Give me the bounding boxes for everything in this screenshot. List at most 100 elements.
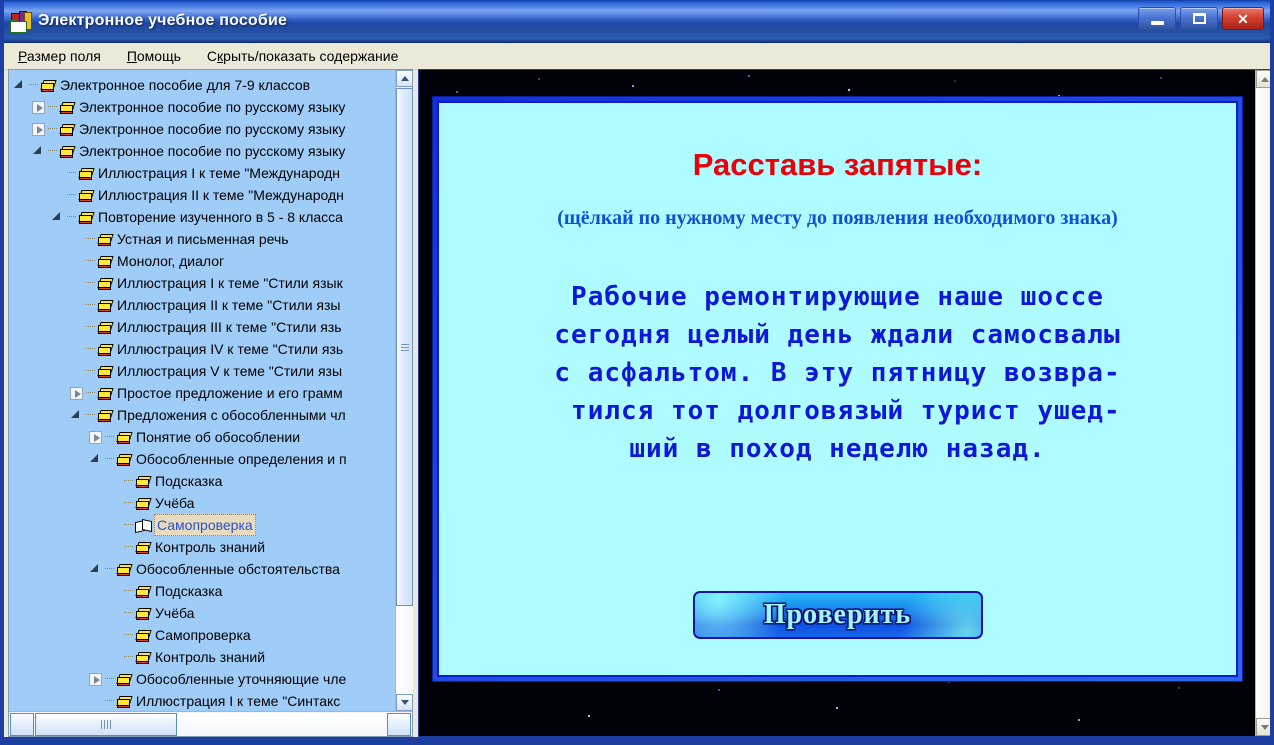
close-icon: ✕ xyxy=(1237,10,1249,27)
book-icon xyxy=(40,79,57,92)
tree-collapse-toggle-icon[interactable] xyxy=(32,145,45,158)
book-icon xyxy=(59,101,76,114)
tree-item[interactable]: Электронное пособие по русскому языку xyxy=(13,118,395,140)
tree-item[interactable]: Простое предложение и его грамм xyxy=(13,382,395,404)
tree-hscroll-track[interactable] xyxy=(177,712,386,736)
tree-item[interactable]: Обособленные уточняющие чле xyxy=(13,668,395,690)
tree-connector-line xyxy=(67,172,76,174)
maximize-button[interactable] xyxy=(1180,7,1218,30)
tree-item[interactable]: Иллюстрация IV к теме "Стили язь xyxy=(13,338,395,360)
tree-item[interactable]: Понятие об обособлении xyxy=(13,426,395,448)
tree-item[interactable]: Иллюстрация I к теме "Стили язык xyxy=(13,272,395,294)
exercise-line[interactable]: тился тот долговязый турист ушед- xyxy=(554,392,1120,430)
check-button[interactable]: Проверить xyxy=(692,591,983,639)
tree-connector-line xyxy=(105,436,114,438)
tree-expand-toggle-icon[interactable] xyxy=(89,672,102,686)
tree-scroll-down-button[interactable] xyxy=(396,694,413,711)
tree-item[interactable]: Самопроверка xyxy=(13,514,395,536)
tree-item-label: Повторение изученного в 5 - 8 класса xyxy=(98,209,343,225)
tree-vertical-scrollbar[interactable] xyxy=(395,70,413,711)
book-icon xyxy=(78,167,95,180)
content-scroll-up-button[interactable] xyxy=(1256,70,1270,88)
menu-item-help[interactable]: Помощь xyxy=(125,46,183,66)
tree-item[interactable]: Иллюстрация I к теме "Международн xyxy=(13,162,395,184)
tree-item[interactable]: Иллюстрация III к теме "Стили язь xyxy=(13,316,395,338)
tree-connector-line xyxy=(48,150,57,152)
book-icon xyxy=(116,453,133,466)
tree-item[interactable]: Электронное пособие для 7-9 классов xyxy=(13,74,395,96)
body-area: Электронное пособие для 7-9 классов Элект… xyxy=(8,69,1270,741)
tree-item[interactable]: Монолог, диалог xyxy=(13,250,395,272)
grip-icon xyxy=(101,719,111,729)
tree-item-label: Учёба xyxy=(155,495,195,511)
window-title: Электронное учебное пособие xyxy=(38,12,288,29)
tree-item[interactable]: Электронное пособие по русскому языку xyxy=(13,140,395,162)
menu-item-toggle-contents[interactable]: Скрыть/показать содержание xyxy=(205,46,400,66)
tree-collapse-toggle-icon[interactable] xyxy=(51,211,64,224)
application-window: Электронное учебное пособие ✕ Размер пол… xyxy=(0,0,1274,745)
tree-item[interactable]: Повторение изученного в 5 - 8 класса xyxy=(13,206,395,228)
tree-scroll-track[interactable] xyxy=(396,606,413,694)
exercise-line[interactable]: сегодня целый день ждали самосвалы xyxy=(554,316,1120,354)
tree-item[interactable]: Контроль знаний xyxy=(13,646,395,668)
tree-item[interactable]: Иллюстрация I к теме "Синтакс xyxy=(13,690,395,711)
tree-hscroll-thumb[interactable] xyxy=(35,712,177,736)
tree-item-label: Контроль знаний xyxy=(155,649,266,665)
exercise-text[interactable]: Рабочие ремонтирующие наше шоссе сегодня … xyxy=(554,278,1120,468)
close-button[interactable]: ✕ xyxy=(1222,7,1264,30)
tree-item[interactable]: Контроль знаний xyxy=(13,536,395,558)
tree-expand-toggle-icon[interactable] xyxy=(32,122,45,136)
tree-expand-toggle-icon[interactable] xyxy=(32,100,45,114)
tree-expand-toggle-icon[interactable] xyxy=(70,386,83,400)
book-icon xyxy=(97,233,114,246)
menu-item-field-size[interactable]: Размер поля xyxy=(16,46,103,66)
book-icon xyxy=(135,629,152,642)
tree-collapse-toggle-icon[interactable] xyxy=(89,563,102,576)
tree-item[interactable]: Обособленные обстоятельства xyxy=(13,558,395,580)
book-icon xyxy=(116,673,133,686)
tree-item-label: Обособленные уточняющие чле xyxy=(136,671,347,687)
tree-item[interactable]: Обособленные определения и п xyxy=(13,448,395,470)
tree-scroll-right-button[interactable] xyxy=(387,712,411,736)
tree-item-label: Иллюстрация II к теме "Международн xyxy=(98,187,344,203)
maximize-icon xyxy=(1192,13,1206,24)
tree-connector-line xyxy=(48,106,57,108)
tree-item-label: Учёба xyxy=(155,605,195,621)
tree-item[interactable]: Самопроверка xyxy=(13,624,395,646)
content-scroll-down-button[interactable] xyxy=(1256,718,1270,736)
tree-collapse-toggle-icon[interactable] xyxy=(13,79,26,92)
tree-item[interactable]: Электронное пособие по русскому языку xyxy=(13,96,395,118)
minimize-button[interactable] xyxy=(1138,7,1176,30)
exercise-line[interactable]: с асфальтом. В эту пятницу возвра- xyxy=(554,354,1120,392)
tree-item[interactable]: Иллюстрация V к теме "Стили язы xyxy=(13,360,395,382)
book-app-icon xyxy=(10,10,32,33)
tree-item[interactable]: Подсказка xyxy=(13,580,395,602)
exercise-line[interactable]: Рабочие ремонтирующие наше шоссе xyxy=(554,278,1120,316)
tree-scroll-left-button[interactable] xyxy=(10,712,34,736)
tree-item[interactable]: Предложения с обособленными чл xyxy=(13,404,395,426)
tree-collapse-toggle-icon[interactable] xyxy=(89,453,102,466)
exercise-line[interactable]: ший в поход неделю назад. xyxy=(554,430,1120,468)
tree-scroll-thumb[interactable] xyxy=(396,88,413,606)
tree-collapse-toggle-icon[interactable] xyxy=(70,409,83,422)
book-icon xyxy=(97,255,114,268)
book-icon xyxy=(97,299,114,312)
tree-expand-toggle-icon[interactable] xyxy=(89,430,102,444)
tree-connector-line xyxy=(86,304,95,306)
tree-item[interactable]: Подсказка xyxy=(13,470,395,492)
lesson-slide: Расставь запятые: (щёлкай по нужному мес… xyxy=(437,101,1238,677)
tree-item[interactable]: Учёба xyxy=(13,602,395,624)
tree-item[interactable]: Учёба xyxy=(13,492,395,514)
tree-horizontal-scrollbar[interactable] xyxy=(9,711,412,736)
contents-tree-panel: Электронное пособие для 7-9 классов Элект… xyxy=(8,69,413,737)
tree-item-label: Иллюстрация IV к теме "Стили язь xyxy=(117,341,344,357)
tree-item[interactable]: Иллюстрация II к теме "Стили язы xyxy=(13,294,395,316)
book-icon xyxy=(116,431,133,444)
tree-item[interactable]: Иллюстрация II к теме "Международн xyxy=(13,184,395,206)
book-icon xyxy=(78,189,95,202)
book-icon xyxy=(135,497,152,510)
title-bar: Электронное учебное пособие ✕ xyxy=(4,0,1270,43)
tree-item[interactable]: Устная и письменная речь xyxy=(13,228,395,250)
content-vertical-scrollbar[interactable] xyxy=(1255,70,1270,736)
tree-scroll-up-button[interactable] xyxy=(396,70,413,87)
